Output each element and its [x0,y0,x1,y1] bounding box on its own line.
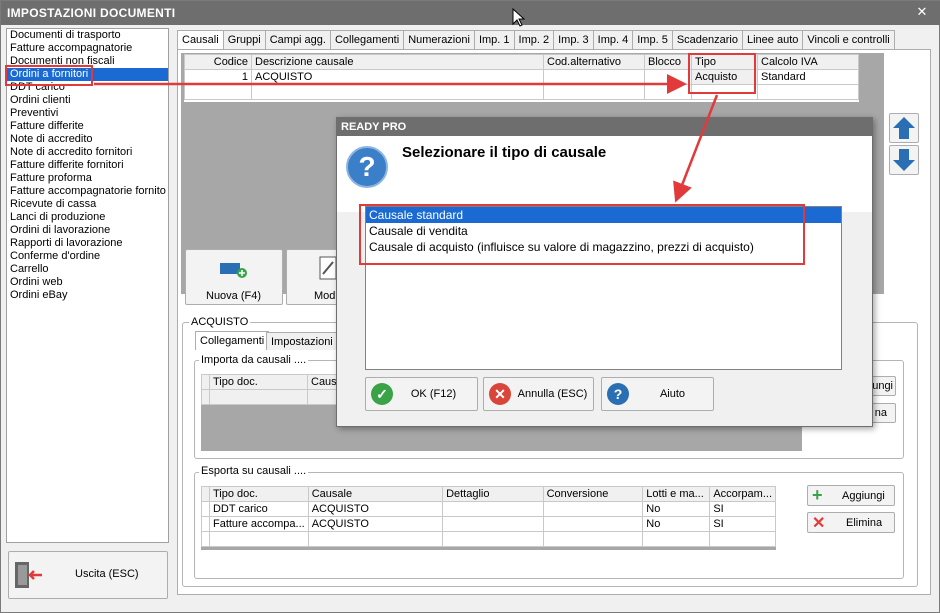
annotation-arrows [94,74,719,203]
mouse-cursor-icon [512,8,526,27]
